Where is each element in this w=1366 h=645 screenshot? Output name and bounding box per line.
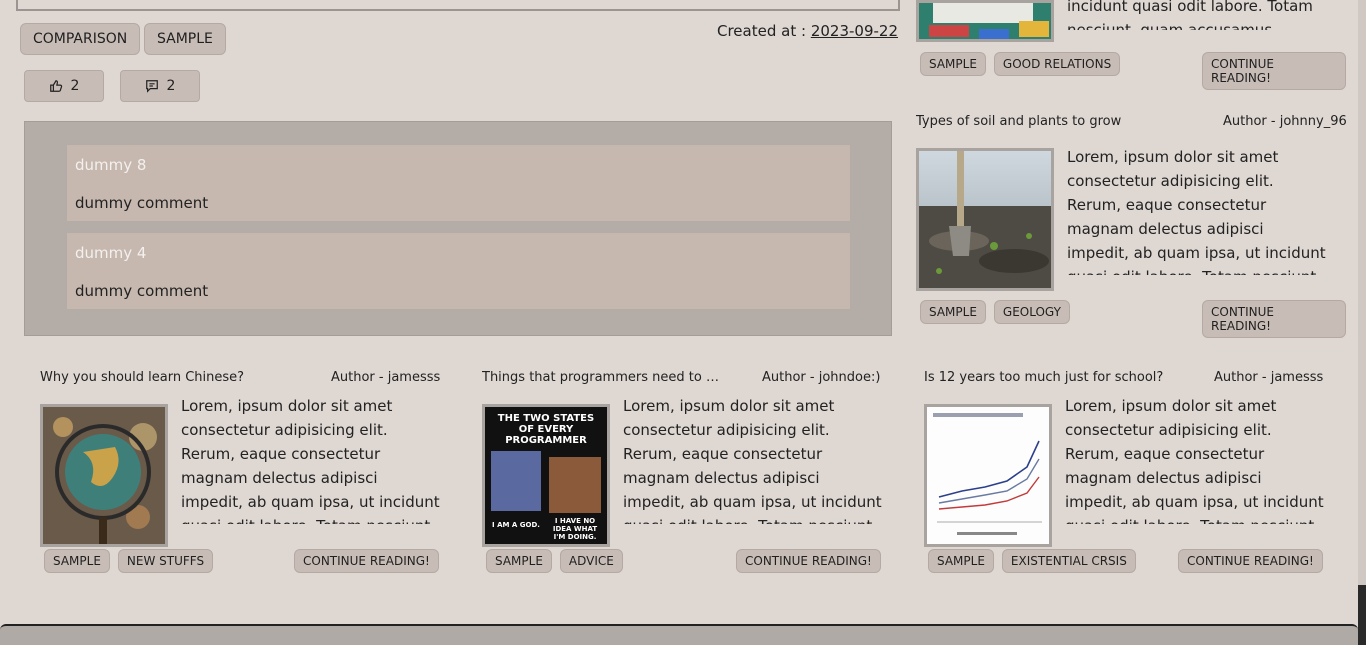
tag-sample[interactable]: SAMPLE — [486, 549, 552, 573]
tag-geology[interactable]: GEOLOGY — [993, 300, 1070, 324]
comment-icon — [145, 80, 158, 93]
comment-author: dummy 4 — [75, 244, 147, 262]
post-content-frame — [16, 0, 900, 11]
card-excerpt: Lorem, ipsum dolor sit amet consectetur … — [1067, 148, 1326, 275]
card-title[interactable]: Is 12 years too much just for school? — [924, 370, 1164, 385]
tag-sample[interactable]: SAMPLE — [44, 549, 110, 573]
card-tags: SAMPLE ADVICE — [486, 549, 623, 573]
continue-reading-button[interactable]: CONTINUE READING! — [736, 549, 881, 573]
card-author: Author - jamesss — [1214, 370, 1324, 385]
scrollbar-track[interactable] — [1358, 0, 1366, 585]
card-excerpt: Lorem, ipsum dolor sit amet consectetur … — [1065, 397, 1324, 524]
tag-existential-crsis[interactable]: EXISTENTIAL CRSIS — [1001, 549, 1136, 573]
created-date[interactable]: 2023-09-22 — [811, 22, 898, 40]
meme-photo-left — [491, 451, 541, 511]
comments-panel: dummy 8 dummy comment dummy 4 dummy comm… — [24, 121, 892, 336]
card-author: Author - jamesss — [331, 370, 441, 385]
comment-item: dummy 8 dummy comment — [67, 145, 850, 221]
continue-reading-button[interactable]: CONTINUE READING! — [1178, 549, 1323, 573]
continue-reading-button[interactable]: CONTINUE READING! — [1202, 52, 1346, 90]
meme-caption-left: I AM A GOD. — [492, 521, 540, 529]
post-tag-sample[interactable]: SAMPLE — [144, 23, 226, 55]
page-scrollbar[interactable] — [1358, 0, 1366, 645]
meme-photo-right — [549, 457, 601, 513]
card-title[interactable]: Things that programmers need to ca... — [482, 370, 722, 385]
card-tags: SAMPLE NEW STUFFS — [44, 549, 214, 573]
comment-count: 2 — [166, 78, 176, 94]
tag-sample[interactable]: SAMPLE — [920, 52, 986, 76]
card-thumbnail[interactable] — [916, 148, 1054, 291]
card-author: Author - johndoe:) — [762, 370, 881, 385]
tag-sample[interactable]: SAMPLE — [920, 300, 986, 324]
card-excerpt: Lorem, ipsum dolor sit amet consectetur … — [181, 397, 440, 524]
post-created: Created at : 2023-09-22 — [717, 22, 898, 40]
card-tags: SAMPLE GEOLOGY — [920, 300, 1070, 324]
comment-author: dummy 8 — [75, 156, 147, 174]
card-title[interactable]: Why you should learn Chinese? — [40, 370, 260, 385]
tag-good-relations[interactable]: GOOD RELATIONS — [993, 52, 1121, 76]
card-author: Author - johnny_96 — [1223, 114, 1347, 129]
meme-caption-right: I HAVE NO IDEA WHAT I'M DOING. — [552, 517, 598, 541]
card-tags: SAMPLE EXISTENTIAL CRSIS — [928, 549, 1136, 573]
comment-body: dummy comment — [75, 194, 209, 212]
comment-body: dummy comment — [75, 282, 209, 300]
footer-panel — [0, 624, 1358, 645]
card-excerpt: Lorem, ipsum dolor sit amet consectetur … — [623, 397, 882, 524]
continue-reading-button[interactable]: CONTINUE READING! — [294, 549, 439, 573]
card-thumbnail[interactable] — [40, 404, 168, 547]
post-tag-comparison[interactable]: COMPARISON — [20, 23, 141, 55]
card-thumbnail[interactable]: THE TWO STATES OF EVERY PROGRAMMER I AM … — [482, 404, 610, 547]
created-label: Created at : — [717, 22, 807, 40]
thumbs-up-icon — [49, 80, 62, 92]
comments-button[interactable]: 2 — [120, 70, 200, 102]
meme-title: THE TWO STATES OF EVERY PROGRAMMER — [497, 413, 595, 446]
tag-sample[interactable]: SAMPLE — [928, 549, 994, 573]
like-button[interactable]: 2 — [24, 70, 104, 102]
card-tags: SAMPLE GOOD RELATIONS — [920, 52, 1121, 76]
card-title[interactable]: Types of soil and plants to grow — [916, 114, 1121, 129]
continue-reading-button[interactable]: CONTINUE READING! — [1202, 300, 1346, 338]
tag-advice[interactable]: ADVICE — [559, 549, 623, 573]
card-thumbnail[interactable] — [916, 0, 1054, 42]
card-thumbnail[interactable] — [924, 404, 1052, 547]
card-excerpt: incidunt quasi odit labore. Totam nesciu… — [1067, 0, 1313, 30]
like-count: 2 — [70, 78, 80, 94]
comment-item: dummy 4 dummy comment — [67, 233, 850, 309]
tag-new-stuffs[interactable]: NEW STUFFS — [117, 549, 214, 573]
